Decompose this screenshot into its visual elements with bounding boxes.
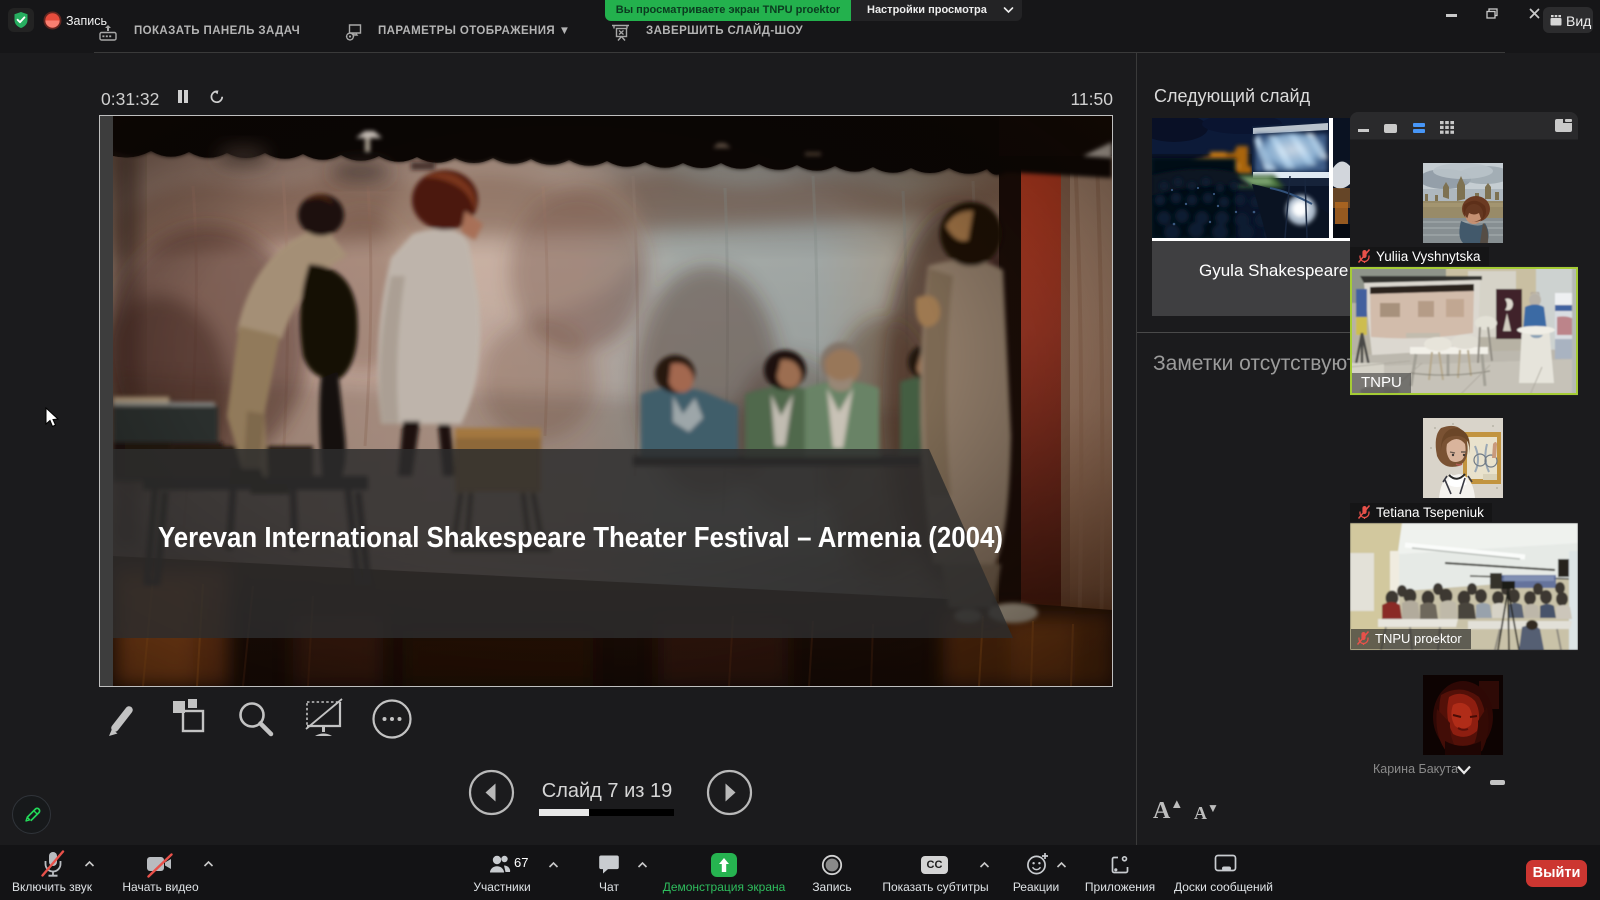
svg-text:Yerevan International Shakespe: Yerevan International Shakespeare Theate… <box>158 522 1003 554</box>
